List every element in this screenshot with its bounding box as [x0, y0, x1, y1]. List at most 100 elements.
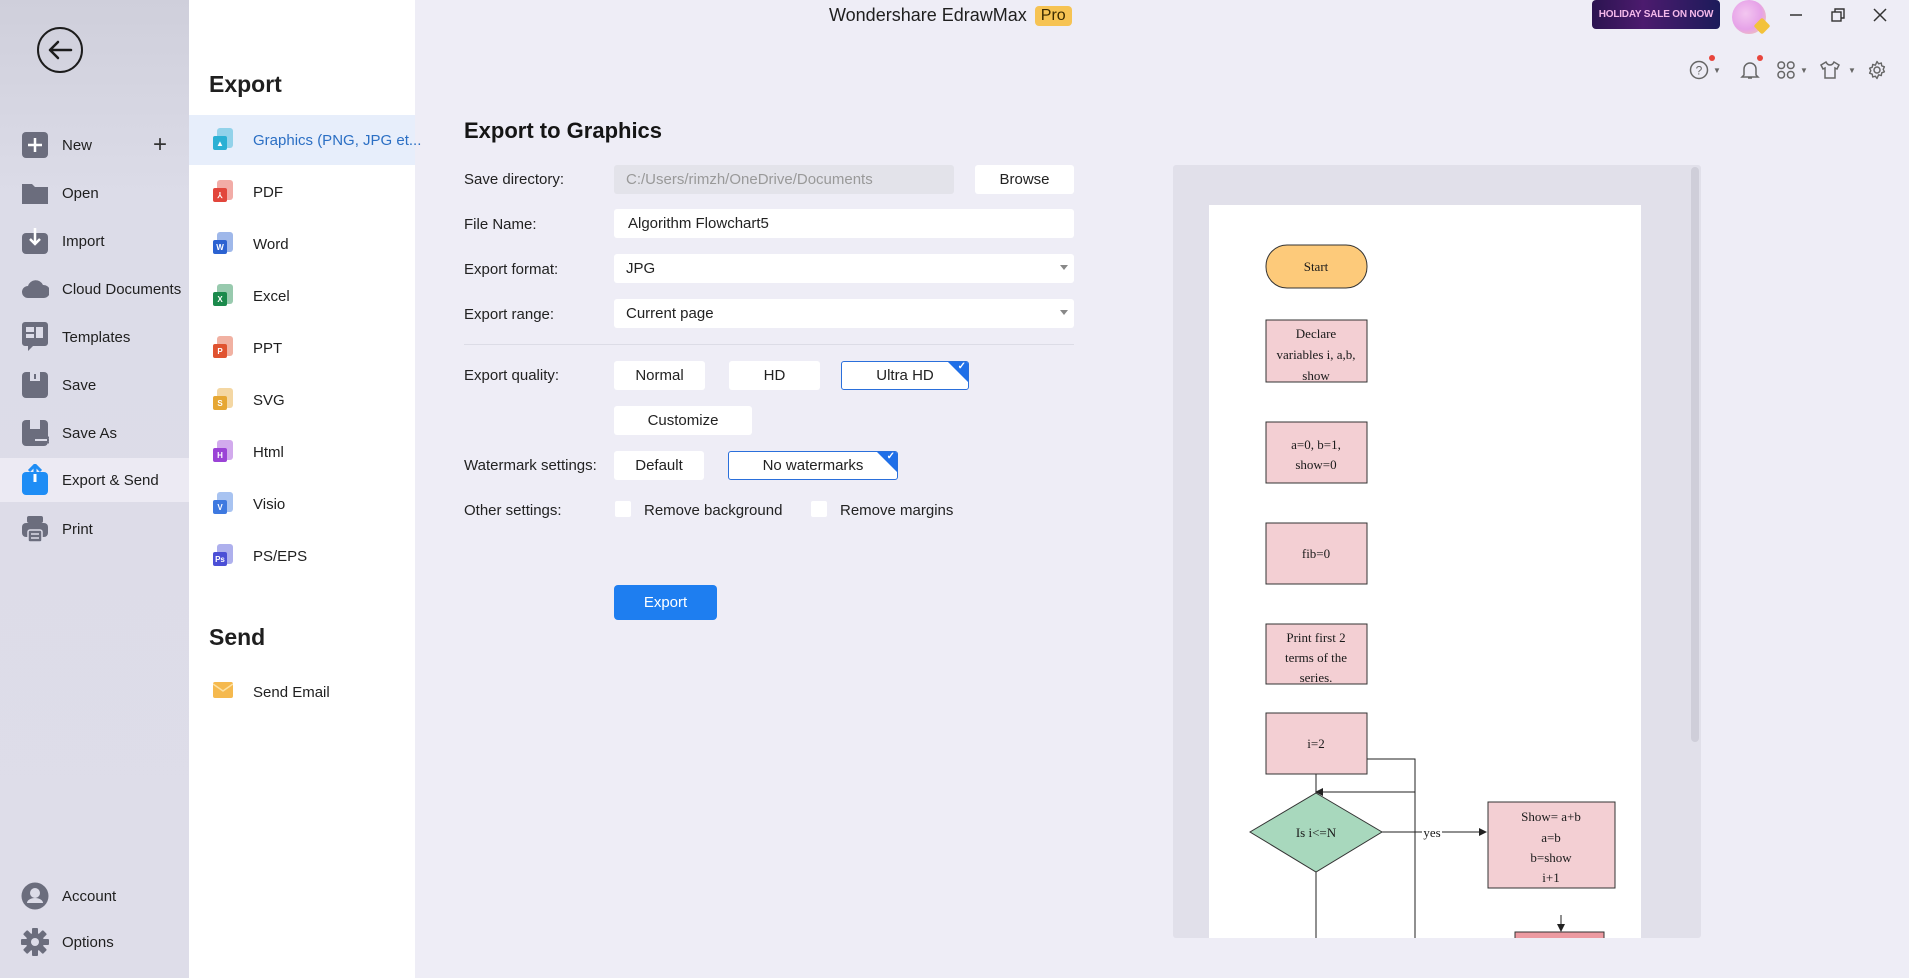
- app-name: Wondershare EdrawMax: [829, 5, 1027, 25]
- decision-text: Is i<=N: [1296, 825, 1337, 840]
- browse-button[interactable]: Browse: [975, 165, 1074, 194]
- graphics-file-icon: ▲: [213, 128, 233, 152]
- format-item-html[interactable]: H Html: [189, 427, 415, 477]
- nav-item-export-send[interactable]: Export & Send: [0, 458, 189, 502]
- print-text-2: terms of the: [1285, 650, 1347, 665]
- export-quality-label: Export quality:: [464, 367, 560, 384]
- add-new-icon[interactable]: +: [153, 131, 167, 159]
- other-settings-label: Other settings:: [464, 502, 562, 519]
- settings-button[interactable]: [1867, 58, 1887, 82]
- format-label: Visio: [253, 495, 286, 513]
- export-heading: Export: [209, 71, 282, 97]
- format-label: PS/EPS: [253, 547, 308, 565]
- restore-button[interactable]: [1820, 0, 1856, 30]
- nav-label: New: [62, 136, 93, 154]
- nav-label: Cloud Documents: [62, 280, 182, 298]
- bell-icon: [1740, 62, 1760, 79]
- export-range-select[interactable]: Current page: [614, 299, 1074, 328]
- loop-body-text-1: Show= a+b: [1521, 809, 1581, 824]
- nav-item-account[interactable]: Account: [0, 874, 189, 918]
- format-item-svg[interactable]: S SVG: [189, 375, 415, 425]
- format-label: PDF: [253, 183, 283, 201]
- nav-label: Print: [62, 520, 93, 538]
- gear-icon: [21, 928, 49, 956]
- format-item-visio[interactable]: V Visio: [189, 479, 415, 529]
- format-item-graphics[interactable]: ▲ Graphics (PNG, JPG et...: [189, 115, 421, 165]
- minimize-button[interactable]: [1778, 0, 1814, 30]
- export-button[interactable]: Export: [614, 585, 717, 620]
- fib-text: fib=0: [1302, 546, 1330, 561]
- holiday-sale-banner[interactable]: HOLIDAY SALE ON NOW: [1592, 0, 1720, 29]
- nav-item-import[interactable]: Import: [0, 219, 189, 263]
- preview-scrollbar[interactable]: [1691, 167, 1699, 742]
- nav-item-new[interactable]: New +: [0, 123, 189, 167]
- format-item-excel[interactable]: X Excel: [189, 271, 415, 321]
- format-item-word[interactable]: W Word: [189, 219, 415, 269]
- premium-badge-icon: [1753, 17, 1771, 35]
- nav-item-templates[interactable]: Templates: [0, 315, 189, 359]
- format-item-ppt[interactable]: P PPT: [189, 323, 415, 373]
- check-icon: ✓: [886, 451, 895, 462]
- nav-label: Save: [62, 376, 97, 394]
- send-email-item[interactable]: Send Email: [189, 667, 415, 717]
- gear-icon: [1868, 60, 1886, 80]
- format-label: Excel: [253, 287, 290, 305]
- nav-label: Templates: [62, 328, 131, 346]
- nav-item-cloud-documents[interactable]: Cloud Documents: [0, 267, 189, 311]
- nav-item-save-as[interactable]: Save As: [0, 411, 189, 455]
- nav-item-open[interactable]: Open: [0, 171, 189, 215]
- format-item-ps-eps[interactable]: Ps PS/EPS: [189, 531, 415, 581]
- svg-text:?: ?: [1696, 64, 1703, 78]
- yes-label: yes: [1423, 825, 1440, 840]
- format-label: SVG: [253, 391, 285, 409]
- back-button[interactable]: [37, 27, 83, 73]
- quality-normal-button[interactable]: Normal: [614, 361, 705, 390]
- nav-item-print[interactable]: Print: [0, 507, 189, 551]
- close-button[interactable]: [1862, 0, 1898, 30]
- export-format-select[interactable]: JPG: [614, 254, 1074, 283]
- quality-ultra-hd-button[interactable]: Ultra HD ✓: [841, 361, 969, 390]
- customize-button[interactable]: Customize: [614, 406, 752, 435]
- quality-hd-button[interactable]: HD: [729, 361, 820, 390]
- format-item-pdf[interactable]: ⅄ PDF: [189, 167, 415, 217]
- nav-item-options[interactable]: Options: [0, 920, 189, 964]
- chevron-down-icon: [1060, 265, 1068, 270]
- export-format-panel: Export ▲ Graphics (PNG, JPG et... ⅄ PDF W Wor…: [189, 0, 421, 978]
- divider: [464, 344, 1074, 345]
- init-text-2: show=0: [1295, 457, 1336, 472]
- format-label: Html: [253, 443, 284, 461]
- format-label: Graphics (PNG, JPG et...: [253, 131, 422, 149]
- ps-eps-file-icon: Ps: [213, 544, 233, 568]
- visio-file-icon: V: [213, 492, 233, 516]
- remove-background-checkbox[interactable]: [615, 501, 631, 517]
- chevron-down-icon: [1060, 310, 1068, 315]
- nav-label: Save As: [62, 424, 118, 442]
- user-avatar[interactable]: [1732, 0, 1771, 35]
- format-label: PPT: [253, 339, 283, 357]
- file-name-input[interactable]: Algorithm Flowchart5: [614, 209, 1074, 238]
- save-icon: [21, 371, 49, 399]
- remove-margins-checkbox[interactable]: [811, 501, 827, 517]
- tshirt-icon: [1820, 60, 1840, 79]
- no-watermarks-label: No watermarks: [762, 457, 864, 474]
- format-label: Word: [253, 235, 289, 253]
- folder-icon: [21, 179, 49, 207]
- help-button[interactable]: ? ▼: [1689, 55, 1721, 82]
- loop-body-text-4: i+1: [1542, 870, 1559, 885]
- export-range-value: Current page: [626, 305, 714, 322]
- start-text: Start: [1304, 259, 1329, 274]
- theme-button[interactable]: ▼: [1819, 58, 1856, 82]
- declare-text-3: show: [1302, 368, 1330, 383]
- html-file-icon: H: [213, 440, 233, 464]
- ppt-file-icon: P: [213, 336, 233, 360]
- chevron-down-icon: ▼: [1848, 65, 1856, 75]
- watermark-default-button[interactable]: Default: [614, 451, 704, 480]
- pdf-file-icon: ⅄: [213, 180, 233, 204]
- templates-icon: [21, 322, 49, 351]
- nav-label: Options: [62, 933, 114, 951]
- no-watermarks-button[interactable]: No watermarks ✓: [728, 451, 898, 480]
- nav-item-save[interactable]: Save: [0, 363, 189, 407]
- chevron-down-icon: ▼: [1713, 65, 1721, 75]
- apps-button[interactable]: ▼: [1776, 58, 1808, 82]
- notifications-button[interactable]: [1740, 55, 1763, 82]
